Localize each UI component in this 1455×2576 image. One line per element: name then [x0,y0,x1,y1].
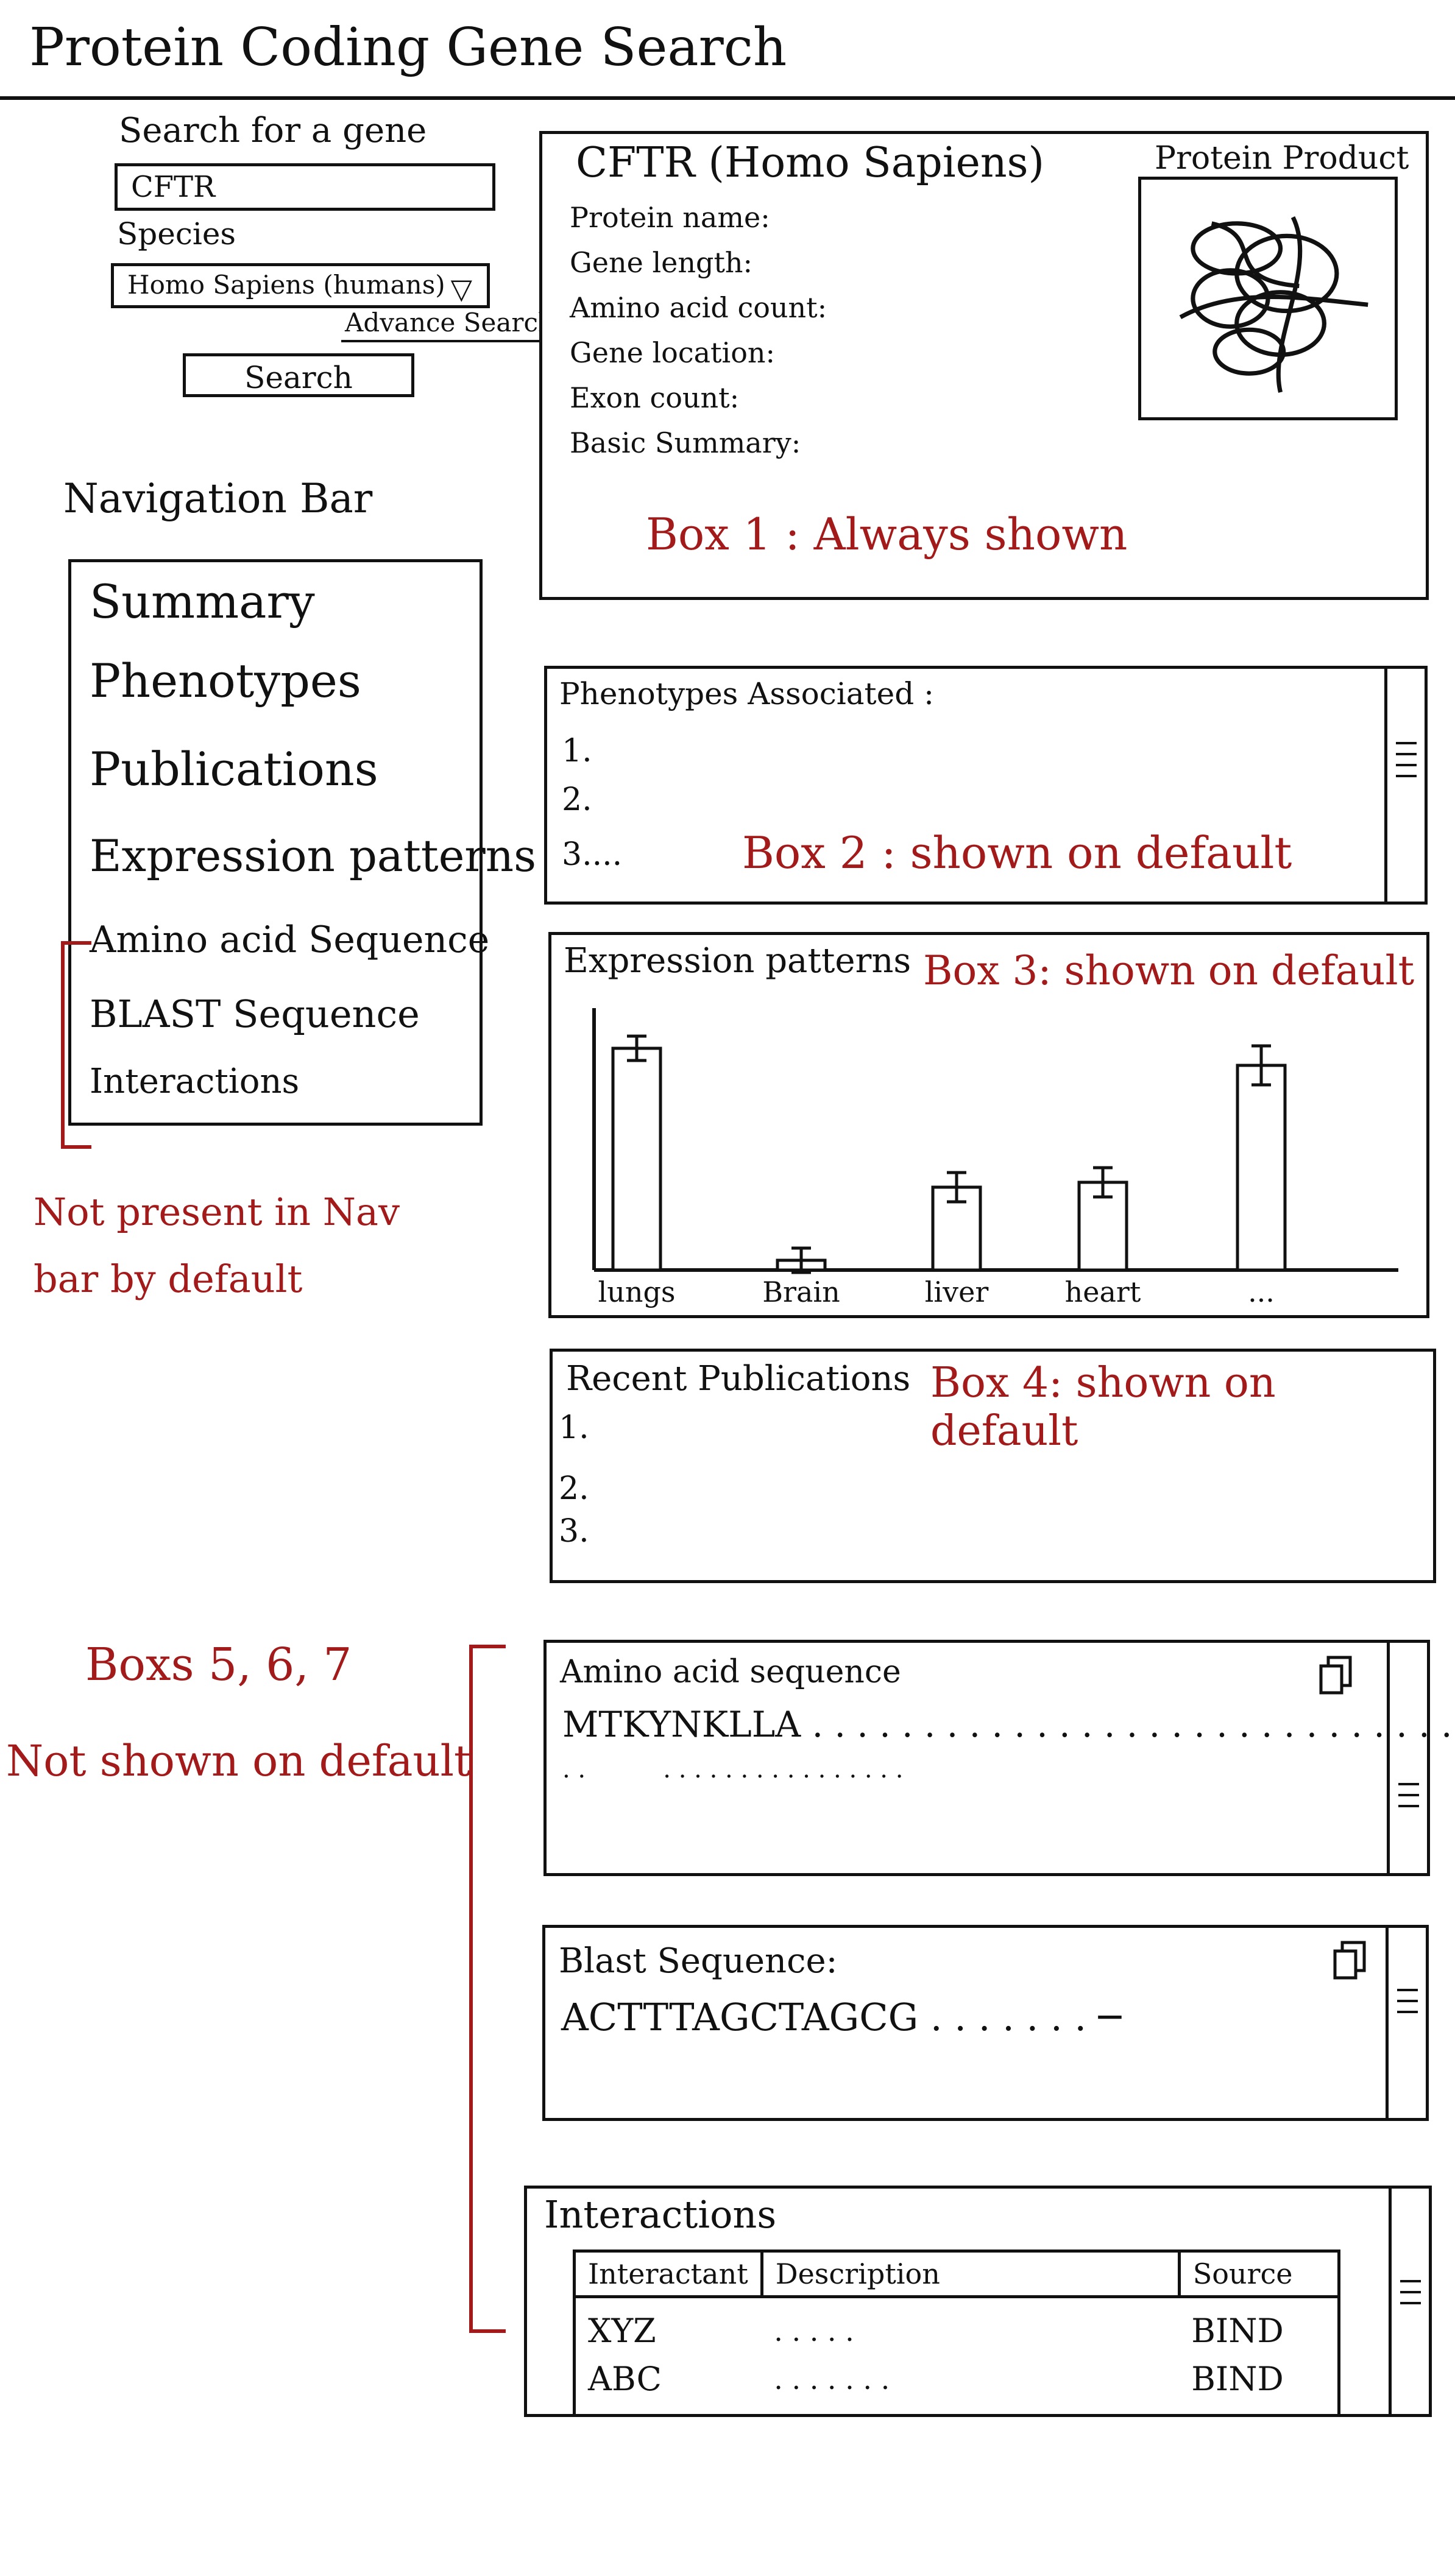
blast-title: Blast Sequence: [559,1941,838,1981]
blast-sequence: ACTTTAGCTAGCG . . . . . . . ─ [561,1995,1122,2039]
search-button[interactable]: Search [183,353,414,397]
chart-x-label: heart [1065,1276,1141,1308]
interactions-box: Interactions Interactant Description Sou… [524,2186,1432,2417]
box2-annotation: Box 2 : shown on default [742,827,1292,878]
cell-description: . . . . . [774,2314,854,2348]
phenotypes-title: Phenotypes Associated : [559,676,934,711]
amino-acid-sequence-cont: . . . . . . . . . . . . . . . . . . [562,1756,904,1784]
field-protein-name: Protein name: [570,201,770,234]
nav-item-summary[interactable]: Summary [90,574,315,629]
phenotype-item: 2. [562,782,592,818]
col-interactant[interactable]: Interactant [576,2253,762,2297]
cell-description: . . . . . . . [774,2362,890,2396]
cell-source: BIND [1191,2360,1284,2398]
cell-interactant: XYZ [588,2312,656,2350]
publications-box: Recent Publications Box 4: shown on defa… [550,1349,1436,1583]
interactions-scrollbar[interactable] [1389,2189,1429,2414]
publication-item: 1. [559,1410,589,1446]
scrollbar-grip-icon[interactable] [1397,1989,1418,1991]
phenotypes-box: Phenotypes Associated : 1. 2. 3.... Box … [544,666,1428,905]
hidden-boxes-note: Not shown on default [6,1736,472,1786]
col-source[interactable]: Source [1177,2253,1337,2297]
chart-x-label: Brain [762,1276,840,1308]
nav-default-note: Not present in Nav bar by default [34,1190,400,1301]
nav-item-expression[interactable]: Expression patterns [90,830,536,881]
protein-product-label: Protein Product [1155,140,1409,177]
publication-item: 2. [559,1470,589,1507]
publications-title: Recent Publications [566,1359,911,1399]
amino-acid-box: Amino acid sequence MTKYNKLLA . . . . . … [543,1640,1455,1876]
chart-x-label: lungs [598,1276,675,1308]
hidden-boxes-bracket [469,1645,473,2333]
field-gene-length: Gene length: [570,246,753,279]
gene-header: CFTR (Homo Sapiens) [576,139,1045,187]
field-basic-summary: Basic Summary: [570,426,801,459]
nav-item-blast[interactable]: BLAST Sequence [90,992,420,1036]
search-input[interactable]: CFTR [115,163,495,211]
species-select[interactable]: Homo Sapiens (humans) ▽ [111,263,490,308]
search-label: Search for a gene [119,111,427,150]
amino-acid-sequence: MTKYNKLLA . . . . . . . . . . . . . . . … [562,1704,1455,1745]
hidden-boxes-label: Boxs 5, 6, 7 [85,1639,352,1691]
advanced-search-link[interactable]: Advance Search [341,308,559,342]
page-title: Protein Coding Gene Search [29,17,787,78]
box1-annotation: Box 1 : Always shown [646,509,1128,560]
field-exon-count: Exon count: [570,381,740,414]
scrollbar-grip-icon[interactable] [1396,742,1417,744]
phenotype-item: 3.... [562,836,623,873]
gene-fields: Protein name: Gene length: Amino acid co… [570,195,827,465]
cell-source: BIND [1191,2312,1284,2350]
chart-bar [1236,1064,1287,1272]
scrollbar-grip-icon[interactable] [1400,2280,1421,2282]
chart-bar [611,1046,662,1272]
expression-chart: lungs Brain liver heart... [592,1008,1398,1308]
table-row[interactable]: ABC . . . . . . . BIND [576,2355,1337,2403]
blast-scrollbar[interactable] [1386,1928,1426,2118]
interactions-table: Interactant Description Source XYZ . . .… [576,2253,1337,2403]
dropdown-arrow-icon[interactable]: ▽ [451,272,472,305]
species-label: Species [117,216,236,252]
nav-item-publications[interactable]: Publications [90,742,378,796]
summary-box: CFTR (Homo Sapiens) Protein name: Gene l… [539,131,1429,600]
chart-x-label: ... [1248,1276,1275,1308]
interactions-table-frame: Interactant Description Source XYZ . . .… [573,2250,1340,2414]
field-gene-location: Gene location: [570,336,776,369]
box4-annotation: Box 4: shown on default [930,1359,1276,1455]
amino-acid-scrollbar[interactable] [1387,1643,1427,1873]
navigation-bar: Summary Phenotypes Publications Expressi… [68,559,536,1126]
col-description[interactable]: Description [760,2253,1180,2297]
blast-box: Blast Sequence: ACTTTAGCTAGCG . . . . . … [542,1925,1429,2121]
nav-item-phenotypes[interactable]: Phenotypes [90,654,361,708]
protein-scribble-icon [1138,177,1398,420]
species-value: Homo Sapiens (humans) [127,270,445,300]
copy-icon[interactable] [1317,1655,1354,1698]
interactions-title: Interactions [544,2192,777,2237]
field-amino-acid-count: Amino acid count: [570,291,827,324]
amino-acid-title: Amino acid sequence [560,1654,901,1690]
publication-item: 3. [559,1513,589,1550]
nav-title: Navigation Bar [63,475,373,522]
cell-interactant: ABC [588,2360,662,2398]
chart-x-label: liver [925,1276,989,1308]
phenotype-item: 1. [562,733,592,769]
header-divider [0,96,1455,100]
nav-bracket [61,941,65,1148]
phenotypes-scrollbar[interactable] [1384,669,1425,902]
scrollbar-grip-icon[interactable] [1398,1783,1419,1785]
nav-item-amino-acid[interactable]: Amino acid Sequence [90,919,489,961]
expression-box: Expression patterns Box 3: shown on defa… [548,932,1429,1318]
nav-item-interactions[interactable]: Interactions [90,1062,299,1101]
table-row[interactable]: XYZ . . . . . BIND [576,2297,1337,2355]
table-header-row: Interactant Description Source [576,2253,1337,2297]
copy-icon[interactable] [1331,1940,1368,1983]
